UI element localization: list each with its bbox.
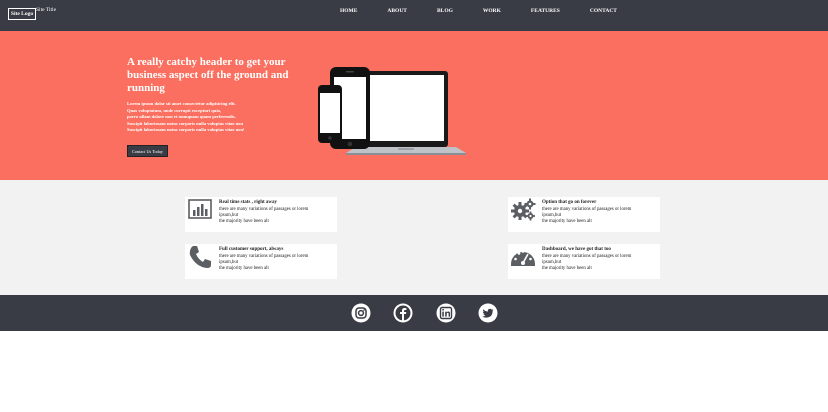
bar-chart-icon: [188, 199, 212, 219]
facebook-icon[interactable]: [393, 303, 413, 323]
navbar: Site Logo Site Title HOME ABOUT BLOG WOR…: [0, 0, 828, 31]
contact-button[interactable]: Contact Us Today: [127, 145, 168, 157]
feature-desc-line: the majority have been alt: [219, 219, 269, 225]
phone-image: [318, 85, 342, 143]
hero-text-line: porro ullam dolore non et numquam quam p…: [127, 114, 236, 120]
devices-image: [318, 67, 466, 155]
gears-icon: [511, 198, 536, 221]
hero-section: A really catchy header to get your busin…: [0, 31, 828, 180]
feature-card: Option that go on forever there are many…: [508, 197, 660, 232]
footer: [0, 295, 828, 331]
feature-title: Dashboard, we have got that too: [542, 247, 611, 252]
feature-description: there are many variations of passages or…: [219, 207, 335, 226]
hero-text-line: Lorem ipsum dolor sit amet consectetur a…: [127, 101, 236, 106]
dashboard-icon: [511, 250, 535, 266]
twitter-icon[interactable]: [478, 303, 498, 323]
phone-icon: [189, 246, 211, 268]
nav-link-features[interactable]: FEATURES: [531, 8, 560, 14]
features-section: Real time stats , right away there are m…: [0, 180, 828, 295]
feature-desc-line: the majority have been alt: [542, 219, 592, 225]
linkedin-icon[interactable]: [436, 303, 456, 323]
hero-text-line: Suscipit laboriosam natus corporis nulla…: [127, 127, 245, 133]
hero-text: Lorem ipsum dolor sit amet consectetur a…: [127, 101, 297, 134]
site-title: Site Title: [36, 7, 57, 13]
nav-link-work[interactable]: WORK: [483, 8, 501, 14]
feature-desc-line: the majority have been alt: [542, 266, 592, 272]
feature-title: Full customer support, always: [219, 247, 284, 252]
feature-description: there are many variations of passages or…: [219, 254, 335, 273]
hero-text-line: Quas voluptatum, unde corrupti excepturi…: [127, 107, 222, 113]
feature-title: Real time stats , right away: [219, 200, 278, 205]
hero-heading: A really catchy header to get your busin…: [127, 56, 289, 94]
feature-card: Real time stats , right away there are m…: [185, 197, 337, 232]
nav-link-home[interactable]: HOME: [340, 8, 357, 14]
nav-menu: HOME ABOUT BLOG WORK FEATURES CONTACT: [340, 8, 647, 14]
feature-title: Option that go on forever: [542, 200, 597, 205]
site-logo[interactable]: Site Logo: [8, 8, 36, 20]
nav-link-about[interactable]: ABOUT: [387, 8, 407, 14]
feature-card: Full customer support, always there are …: [185, 244, 337, 279]
nav-link-contact[interactable]: CONTACT: [590, 8, 617, 14]
feature-desc-line: the majority have been alt: [219, 266, 269, 272]
feature-description: there are many variations of passages or…: [542, 207, 658, 226]
feature-description: there are many variations of passages or…: [542, 254, 658, 273]
feature-card: Dashboard, we have got that too there ar…: [508, 244, 660, 279]
instagram-icon[interactable]: [351, 303, 371, 323]
nav-link-blog[interactable]: BLOG: [437, 8, 453, 14]
hero-text-line: Suscipit laboriosam natus corporis nulla…: [127, 120, 244, 126]
